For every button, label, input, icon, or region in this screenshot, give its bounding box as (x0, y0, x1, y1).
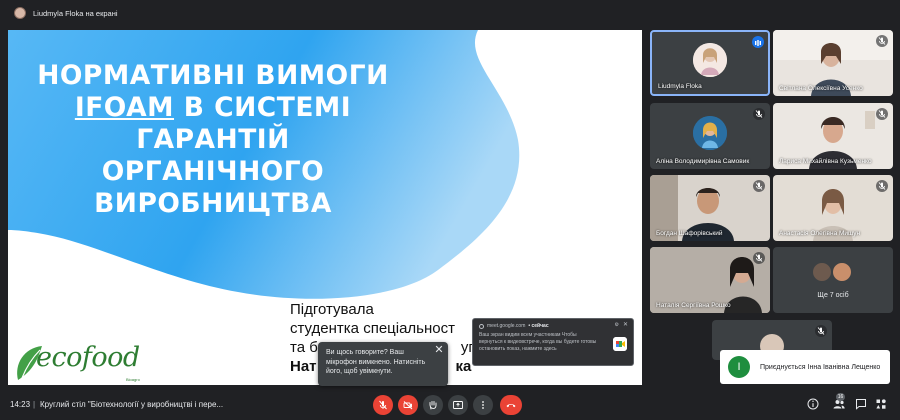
participant-name: Світлана Олексіївна Усенко (779, 85, 863, 92)
ecofood-logo-sub: Bioagro (126, 377, 140, 382)
notification-body: Ваш экран видим всем участникам Чтобы ве… (479, 332, 597, 352)
joining-notification: І Приєднується Інна Іванівна Лещенко (720, 350, 890, 384)
participant-tile[interactable]: Аліна Володимирівна Самовик (650, 103, 770, 169)
slide-title-line-2: IFOAM В СИСТЕМІ (28, 92, 398, 124)
presenting-bar: Liudmyla Floka на екрані (0, 0, 900, 26)
slide-title: НОРМАТИВНІ ВИМОГИ IFOAM В СИСТЕМІ ГАРАНТ… (28, 60, 398, 220)
separator: | (33, 400, 36, 409)
mic-off-icon (753, 108, 765, 120)
mic-off-icon (815, 325, 827, 337)
presenting-label: Liudmyla Floka на екрані (33, 8, 118, 18)
raise-hand-button[interactable] (423, 395, 443, 415)
more-options-button[interactable] (473, 395, 493, 415)
slide-sub-line-1: Підготувала (290, 301, 374, 318)
notification-header: meet.google.com • сейчас (479, 323, 627, 329)
mic-popup-text: Ви щось говорите? Ваш мікрофон вимкнено.… (326, 349, 426, 375)
more-participants-tile[interactable]: Ще 7 осіб (773, 247, 893, 313)
participant-name: Лариса Михайлівна Кузьменко (779, 158, 872, 165)
participant-tile[interactable]: Світлана Олексіївна Усенко (773, 30, 893, 96)
notification-source: meet.google.com (487, 323, 526, 329)
hand-icon (429, 401, 437, 410)
clock: 14:23 (10, 400, 31, 409)
screen-share-notification[interactable]: meet.google.com • сейчас ⚙ ✕ Ваш экран в… (472, 318, 634, 366)
participant-count-badge: 16 (836, 393, 845, 401)
control-bar: 14:23 | Круглий стіл "Біотехнології у ви… (0, 392, 900, 420)
slide-title-line-4: ОРГАНІЧНОГО (101, 156, 325, 187)
participant-tile[interactable]: Лариса Михайлівна Кузьменко (773, 103, 893, 169)
chat-icon[interactable] (854, 397, 868, 411)
ecofood-logo-text: ecofood (36, 342, 140, 373)
present-button[interactable] (448, 395, 468, 415)
notification-time: • сейчас (528, 323, 549, 329)
google-meet-icon (613, 337, 627, 351)
browser-icon (479, 323, 484, 329)
slide-title-line-3: ГАРАНТІЙ (136, 124, 290, 155)
avatar: І (728, 356, 750, 378)
participant-tile[interactable]: Анастасія Олегівна Мишун (773, 175, 893, 241)
close-icon[interactable]: ✕ (623, 321, 628, 328)
close-icon[interactable]: ✕ (433, 344, 445, 356)
slide-title-line-5: ВИРОБНИЦТВА (94, 188, 332, 219)
camera-button[interactable] (398, 395, 418, 415)
avatar (693, 116, 727, 150)
slide-title-line-2-rest: В СИСТЕМІ (174, 92, 352, 123)
mic-off-icon (753, 180, 765, 192)
more-vert-icon (482, 401, 484, 409)
participant-tile[interactable]: Богдан Шафорівський (650, 175, 770, 241)
slide-sub-fragment-a: та б (290, 339, 318, 356)
slide-sub-fragment-d: ка (455, 358, 472, 375)
meeting-title: Круглий стіл "Біотехнології у виробництв… (40, 400, 224, 409)
present-screen-icon (453, 401, 463, 409)
slide-sub-line-2: студентка спеціальност (290, 320, 455, 337)
more-participants-label: Ще 7 осіб (817, 292, 849, 299)
leave-call-button[interactable] (500, 395, 522, 415)
info-icon[interactable] (806, 397, 820, 411)
speaking-indicator-icon (752, 36, 764, 48)
meet-window: Liudmyla Floka на екрані НОРМАТИВНІ ВИМО… (0, 0, 900, 420)
slide-sub-fragment-c: Нат (290, 358, 317, 375)
participant-name: Аліна Володимирівна Самовик (656, 158, 750, 165)
activities-icon[interactable] (874, 397, 888, 411)
participant-name: Наталія Сергіївна Рошко (656, 302, 731, 309)
mic-off-icon (876, 35, 888, 47)
slide-title-ifoam: IFOAM (74, 92, 175, 123)
mic-muted-popup: Ви щось говорите? Ваш мікрофон вимкнено.… (318, 342, 448, 386)
participant-name: Богдан Шафорівський (656, 230, 723, 237)
participant-tile[interactable]: Наталія Сергіївна Рошко (650, 247, 770, 313)
slide-title-line-1: НОРМАТИВНІ ВИМОГИ (37, 60, 389, 91)
microphone-button[interactable] (373, 395, 393, 415)
mic-off-icon (379, 400, 387, 410)
mic-off-icon (876, 108, 888, 120)
participant-tile[interactable]: Liudmyla Floka (650, 30, 770, 96)
mic-off-icon (876, 180, 888, 192)
participant-name: Анастасія Олегівна Мишун (779, 230, 861, 237)
hang-up-icon (506, 404, 516, 408)
joining-text: Приєднується Інна Іванівна Лещенко (760, 363, 881, 371)
avatar (811, 261, 833, 283)
gear-icon[interactable]: ⚙ (615, 322, 619, 328)
avatar (693, 43, 727, 77)
mic-off-icon (753, 252, 765, 264)
avatar (831, 261, 853, 283)
camera-off-icon (403, 401, 413, 410)
participant-name: Liudmyla Floka (658, 83, 702, 90)
presenter-avatar (14, 7, 26, 19)
